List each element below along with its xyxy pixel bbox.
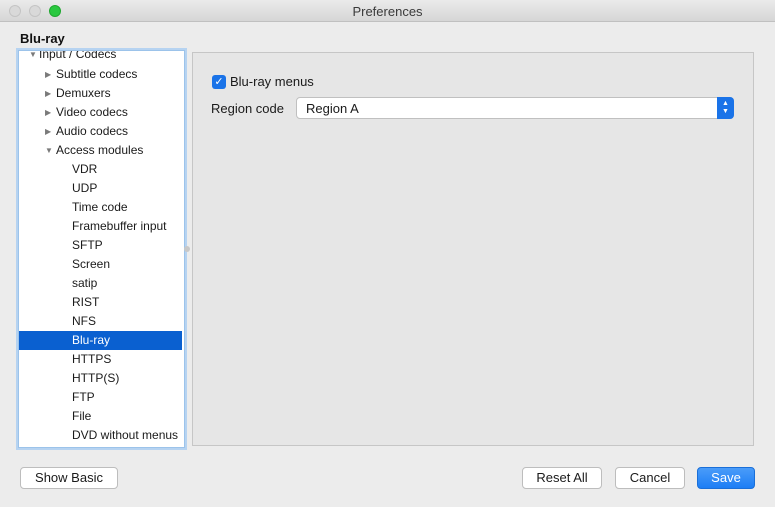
tree-item-screen[interactable]: Screen — [19, 255, 182, 274]
region-code-select[interactable]: Region A ▲ ▼ — [296, 97, 734, 119]
up-down-chevron-icon[interactable]: ▲ ▼ — [717, 97, 734, 119]
tree-item-udp[interactable]: UDP — [19, 179, 182, 198]
blu-ray-menus-label[interactable]: Blu-ray menus — [230, 74, 314, 89]
tree-item-blu-ray[interactable]: Blu-ray — [19, 331, 182, 350]
tree-item-video-codecs[interactable]: ▶ Video codecs — [19, 103, 182, 122]
region-code-value: Region A — [306, 101, 359, 116]
tree-item-time-code[interactable]: Time code — [19, 198, 182, 217]
blu-ray-menus-checkbox[interactable]: ✓ — [212, 75, 226, 89]
tree-item-file[interactable]: File — [19, 407, 182, 426]
window-title: Preferences — [352, 4, 423, 19]
save-button[interactable]: Save — [697, 467, 755, 489]
tree-item-dvd-without-menus[interactable]: DVD without menus — [19, 426, 182, 445]
splitter-handle[interactable] — [184, 246, 190, 252]
tree-item-access-modules[interactable]: ▼ Access modules — [19, 141, 182, 160]
tree-item-sftp[interactable]: SFTP — [19, 236, 182, 255]
tree-item-satip[interactable]: satip — [19, 274, 182, 293]
cancel-button[interactable]: Cancel — [615, 467, 685, 489]
disclosure-triangle-collapsed-icon[interactable]: ▶ — [45, 122, 51, 141]
tree-item-ftp[interactable]: FTP — [19, 388, 182, 407]
section-title: Blu-ray — [20, 31, 65, 46]
tree-item-input-codecs[interactable]: ▼ Input / Codecs — [19, 51, 182, 64]
disclosure-triangle-collapsed-icon[interactable]: ▶ — [45, 65, 51, 84]
tree-item-subtitle-codecs[interactable]: ▶ Subtitle codecs — [19, 65, 182, 84]
show-basic-button[interactable]: Show Basic — [20, 467, 118, 489]
preferences-window: Preferences Blu-ray ▼ Input / Codecs ▶ S… — [0, 0, 775, 507]
disclosure-triangle-expanded-icon[interactable]: ▼ — [45, 141, 53, 160]
reset-all-button[interactable]: Reset All — [522, 467, 602, 489]
tree-item-demuxers[interactable]: ▶ Demuxers — [19, 84, 182, 103]
tree-item-rist[interactable]: RIST — [19, 293, 182, 312]
title-bar: Preferences — [0, 0, 775, 22]
disclosure-triangle-collapsed-icon[interactable]: ▶ — [45, 103, 51, 122]
category-tree[interactable]: ▼ Input / Codecs ▶ Subtitle codecs ▶ Dem… — [18, 50, 185, 448]
tree-item-framebuffer-input[interactable]: Framebuffer input — [19, 217, 182, 236]
tree-item-http-s[interactable]: HTTP(S) — [19, 369, 182, 388]
tree-item-vdr[interactable]: VDR — [19, 160, 182, 179]
disclosure-triangle-expanded-icon[interactable]: ▼ — [29, 51, 37, 64]
tree-item-audio-codecs[interactable]: ▶ Audio codecs — [19, 122, 182, 141]
disclosure-triangle-collapsed-icon[interactable]: ▶ — [45, 84, 51, 103]
tree-item-nfs[interactable]: NFS — [19, 312, 182, 331]
region-code-label: Region code — [211, 101, 284, 116]
tree-item-https[interactable]: HTTPS — [19, 350, 182, 369]
